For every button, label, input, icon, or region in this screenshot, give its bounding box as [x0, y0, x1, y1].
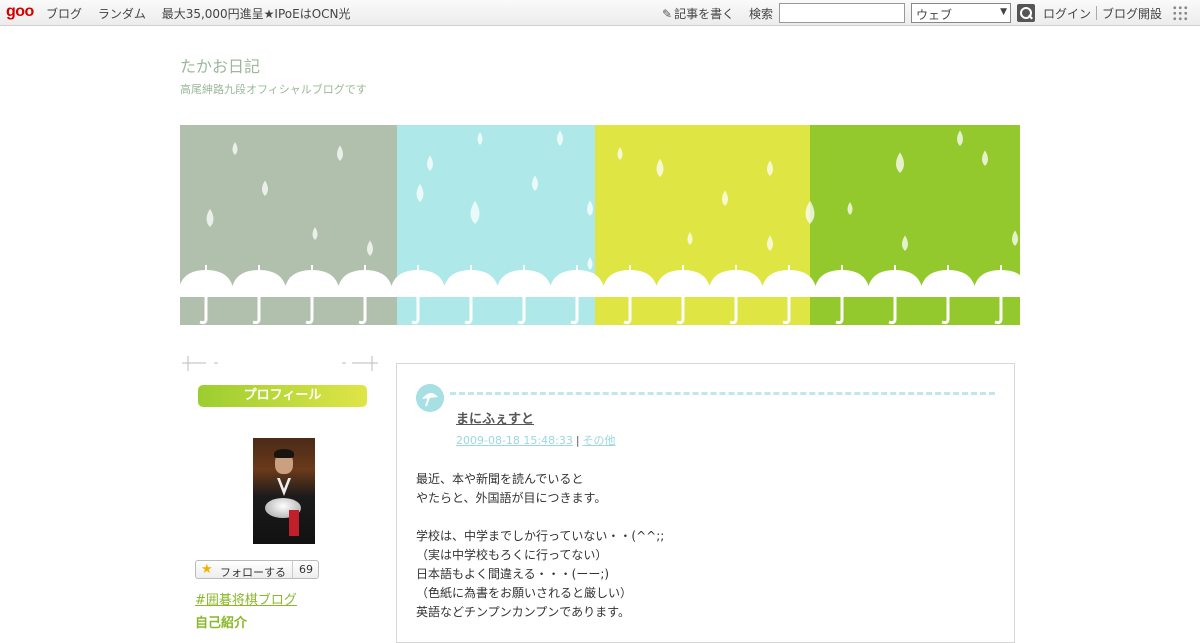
- nav-random-link[interactable]: ランダム: [98, 7, 146, 21]
- write-article-label: 記事を書く: [674, 7, 735, 21]
- nav-blog-link[interactable]: ブログ: [46, 7, 82, 21]
- meta-separator: |: [575, 434, 580, 447]
- search-input[interactable]: [779, 3, 905, 23]
- top-bar: goo ブログ ランダム 最大35,000円進呈★IPoEはOCN光 ✎ 記事を書…: [0, 0, 1200, 26]
- search-scope-select[interactable]: ウェブ ▼: [911, 3, 1011, 23]
- pencil-icon: ✎: [662, 7, 673, 21]
- top-nav: ブログ ランダム 最大35,000円進呈★IPoEはOCN光: [46, 5, 363, 22]
- write-article-link[interactable]: ✎ 記事を書く: [662, 5, 734, 22]
- entry-category-link[interactable]: その他: [583, 434, 616, 447]
- profile-photo[interactable]: [253, 438, 315, 544]
- entry-paragraph: 学校は、中学までしか行っていない・・(^^;;: [416, 529, 665, 543]
- search-label: 検索: [749, 7, 774, 21]
- nav-promo-link[interactable]: 最大35,000円進呈★IPoEはOCN光: [162, 7, 351, 21]
- chevron-down-icon: ▼: [1000, 7, 1007, 17]
- entry-paragraph: 英語などチンプンカンプンであります。: [416, 605, 630, 619]
- entry-body: 最近、本や新聞を読んでいると やたらと、外国語が目につきます。 学校は、中学まで…: [416, 470, 664, 622]
- header-banner: [180, 125, 1020, 325]
- entry-paragraph: 最近、本や新聞を読んでいると: [416, 472, 584, 486]
- umbrella-icon: [416, 384, 444, 412]
- open-blog-link[interactable]: ブログ開設: [1102, 5, 1162, 22]
- search-icon[interactable]: [1017, 4, 1035, 22]
- divider: [1096, 6, 1097, 20]
- entry-date-link[interactable]: 2009-08-18 15:48:33: [456, 434, 573, 447]
- blog-subtitle: 高尾紳路九段オフィシャルブログです: [180, 83, 367, 96]
- follow-button[interactable]: ★ フォローする 69: [195, 560, 319, 579]
- category-tag-link[interactable]: #囲碁将棋ブログ: [195, 589, 297, 608]
- entry-paragraph: （実は中学校もろくに行ってない）: [416, 548, 608, 562]
- entry-paragraph: 日本語もよく間違える・・・(ーー;): [416, 567, 610, 581]
- follow-label: フォローする: [220, 566, 286, 579]
- profile-section-header: プロフィール: [198, 385, 367, 407]
- entry-paragraph: （色紙に為書をお願いされると厳しい）: [416, 586, 633, 600]
- blog-title[interactable]: たかお日記: [180, 53, 260, 77]
- search-scope-value: ウェブ: [916, 8, 953, 22]
- entry-title-divider: [450, 392, 995, 395]
- entry-title-link[interactable]: まにふぇすと: [456, 408, 534, 427]
- login-link[interactable]: ログイン: [1043, 5, 1091, 22]
- entry-paragraph: [416, 508, 664, 527]
- sidebar-divider-ornament: [182, 356, 378, 371]
- entry-paragraph: やたらと、外国語が目につきます。: [416, 491, 607, 505]
- self-intro-heading: 自己紹介: [195, 616, 248, 631]
- star-icon: ★: [201, 562, 213, 577]
- follower-count: 69: [292, 561, 319, 578]
- apps-grid-icon[interactable]: [1172, 5, 1188, 21]
- goo-logo[interactable]: goo: [6, 3, 34, 21]
- entry-meta: 2009-08-18 15:48:33 | その他: [456, 432, 616, 448]
